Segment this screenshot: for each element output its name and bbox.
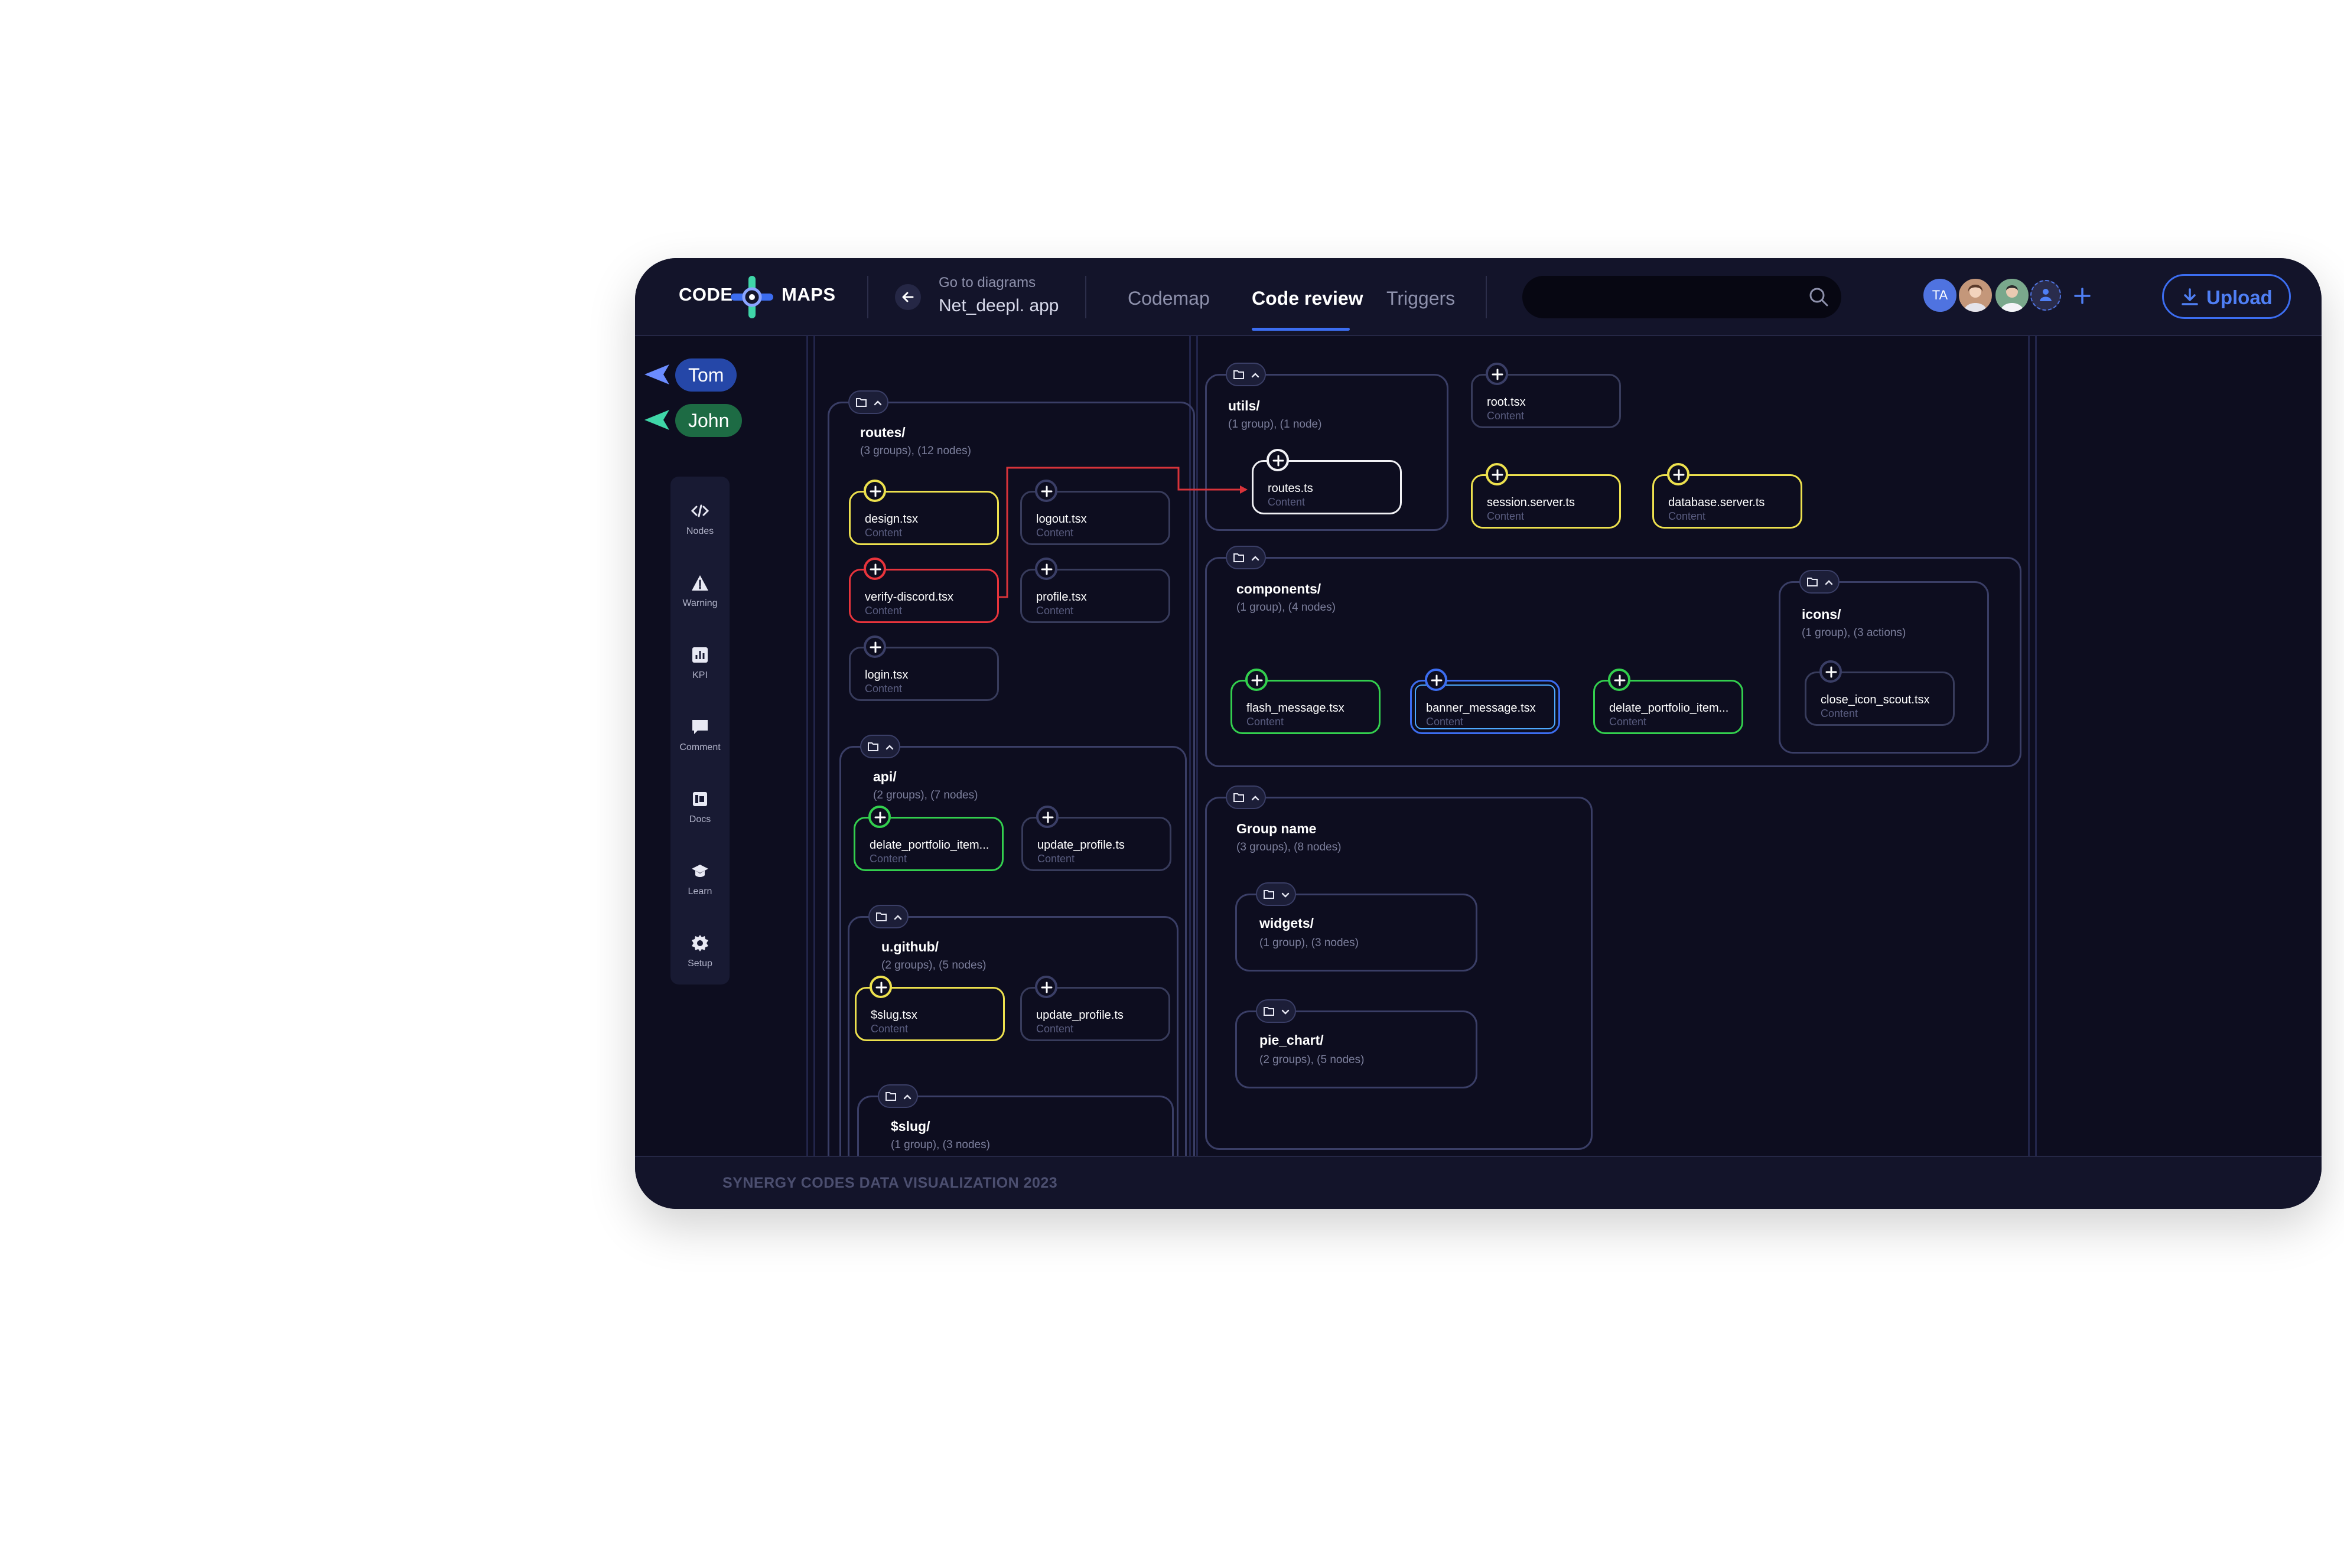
add-node-icon[interactable] <box>1486 463 1508 485</box>
node-content: Content <box>865 527 903 539</box>
add-node-icon[interactable] <box>1035 558 1057 580</box>
node-name: update_profile.ts <box>1036 1009 1124 1022</box>
add-node-icon[interactable] <box>1819 660 1842 683</box>
node-name: banner_message.tsx <box>1426 702 1536 715</box>
footer-text: SYNERGY CODES DATA VISUALIZATION 2023 <box>722 1175 1058 1191</box>
node-banner-message-tsx[interactable]: banner_message.tsx Content <box>1410 669 1560 734</box>
node-content: Content <box>1036 605 1074 617</box>
add-node-icon[interactable] <box>1036 806 1059 828</box>
node-name: session.server.ts <box>1487 496 1575 509</box>
node-design-tsx[interactable]: design.tsx Content <box>849 480 999 545</box>
node-content: Content <box>1821 708 1858 719</box>
node-name: update_profile.ts <box>1037 839 1125 852</box>
node-update-profile-ts[interactable]: update_profile.ts Content <box>1021 806 1171 871</box>
add-node-icon[interactable] <box>1486 363 1508 385</box>
node-name: logout.tsx <box>1036 513 1087 526</box>
node-name: $slug.tsx <box>871 1009 917 1022</box>
node-content: Content <box>865 605 903 617</box>
footer: SYNERGY CODES DATA VISUALIZATION 2023 <box>635 1156 2322 1209</box>
node-content: Content <box>871 1023 909 1035</box>
add-node-icon[interactable] <box>870 976 892 998</box>
node-logout-tsx[interactable]: logout.tsx Content <box>1020 480 1170 545</box>
add-node-icon[interactable] <box>1608 669 1630 691</box>
add-node-icon[interactable] <box>864 480 886 502</box>
node-name: flash_message.tsx <box>1246 702 1344 715</box>
node-content: Content <box>1246 716 1284 728</box>
node-name: routes.ts <box>1268 482 1313 495</box>
node-root-tsx[interactable]: root.tsx Content <box>1471 363 1621 428</box>
node-content: Content <box>1487 510 1525 522</box>
node-content: Content <box>1268 496 1306 508</box>
node-content: Content <box>1037 853 1075 865</box>
node-delate-portfolio-item[interactable]: delate_portfolio_item... Content <box>1593 669 1743 734</box>
node-content: Content <box>1487 410 1525 422</box>
node-session-server-ts[interactable]: session.server.ts Content <box>1471 463 1621 529</box>
node-routes-ts[interactable]: routes.ts Content <box>1252 449 1402 514</box>
node-slug-tsx[interactable]: $slug.tsx Content <box>855 976 1005 1041</box>
node-close-icon-scout-tsx[interactable]: close_icon_scout.tsx Content <box>1805 660 1955 726</box>
node-name: delate_portfolio_item... <box>1609 702 1729 715</box>
node-verify-discord-tsx[interactable]: verify-discord.tsx Content <box>849 558 999 623</box>
node-profile-tsx[interactable]: profile.tsx Content <box>1020 558 1170 623</box>
edge-arrowhead <box>1240 485 1248 494</box>
node-name: close_icon_scout.tsx <box>1821 693 1930 706</box>
add-node-icon[interactable] <box>1035 480 1057 502</box>
add-node-icon[interactable] <box>1267 449 1289 471</box>
add-node-icon[interactable] <box>1425 669 1447 691</box>
node-name: verify-discord.tsx <box>865 591 954 604</box>
node-content: Content <box>865 683 903 695</box>
add-node-icon[interactable] <box>1245 669 1268 691</box>
node-login-tsx[interactable]: login.tsx Content <box>849 635 999 701</box>
node-delate-portfolio-item[interactable]: delate_portfolio_item... Content <box>854 806 1004 871</box>
node-content: Content <box>1609 716 1647 728</box>
add-node-icon[interactable] <box>864 558 886 580</box>
node-content: Content <box>1668 510 1706 522</box>
node-content: Content <box>1426 716 1464 728</box>
node-flash-message-tsx[interactable]: flash_message.tsx Content <box>1230 669 1381 734</box>
node-content: Content <box>1036 1023 1074 1035</box>
add-node-icon[interactable] <box>864 635 886 658</box>
node-update-profile-ts[interactable]: update_profile.ts Content <box>1020 976 1170 1041</box>
node-name: login.tsx <box>865 669 909 682</box>
add-node-icon[interactable] <box>1667 463 1689 485</box>
node-name: profile.tsx <box>1036 591 1087 604</box>
node-content: Content <box>1036 527 1074 539</box>
add-node-icon[interactable] <box>868 806 891 828</box>
app-window: CODE MAPS Go to diagrams Net_deepl. app … <box>635 258 2322 1209</box>
node-name: root.tsx <box>1487 396 1526 409</box>
node-database-server-ts[interactable]: database.server.ts Content <box>1652 463 1802 529</box>
node-content: Content <box>870 853 907 865</box>
add-node-icon[interactable] <box>1035 976 1057 998</box>
node-name: database.server.ts <box>1668 496 1765 509</box>
node-name: delate_portfolio_item... <box>870 839 989 852</box>
node-name: design.tsx <box>865 513 919 526</box>
